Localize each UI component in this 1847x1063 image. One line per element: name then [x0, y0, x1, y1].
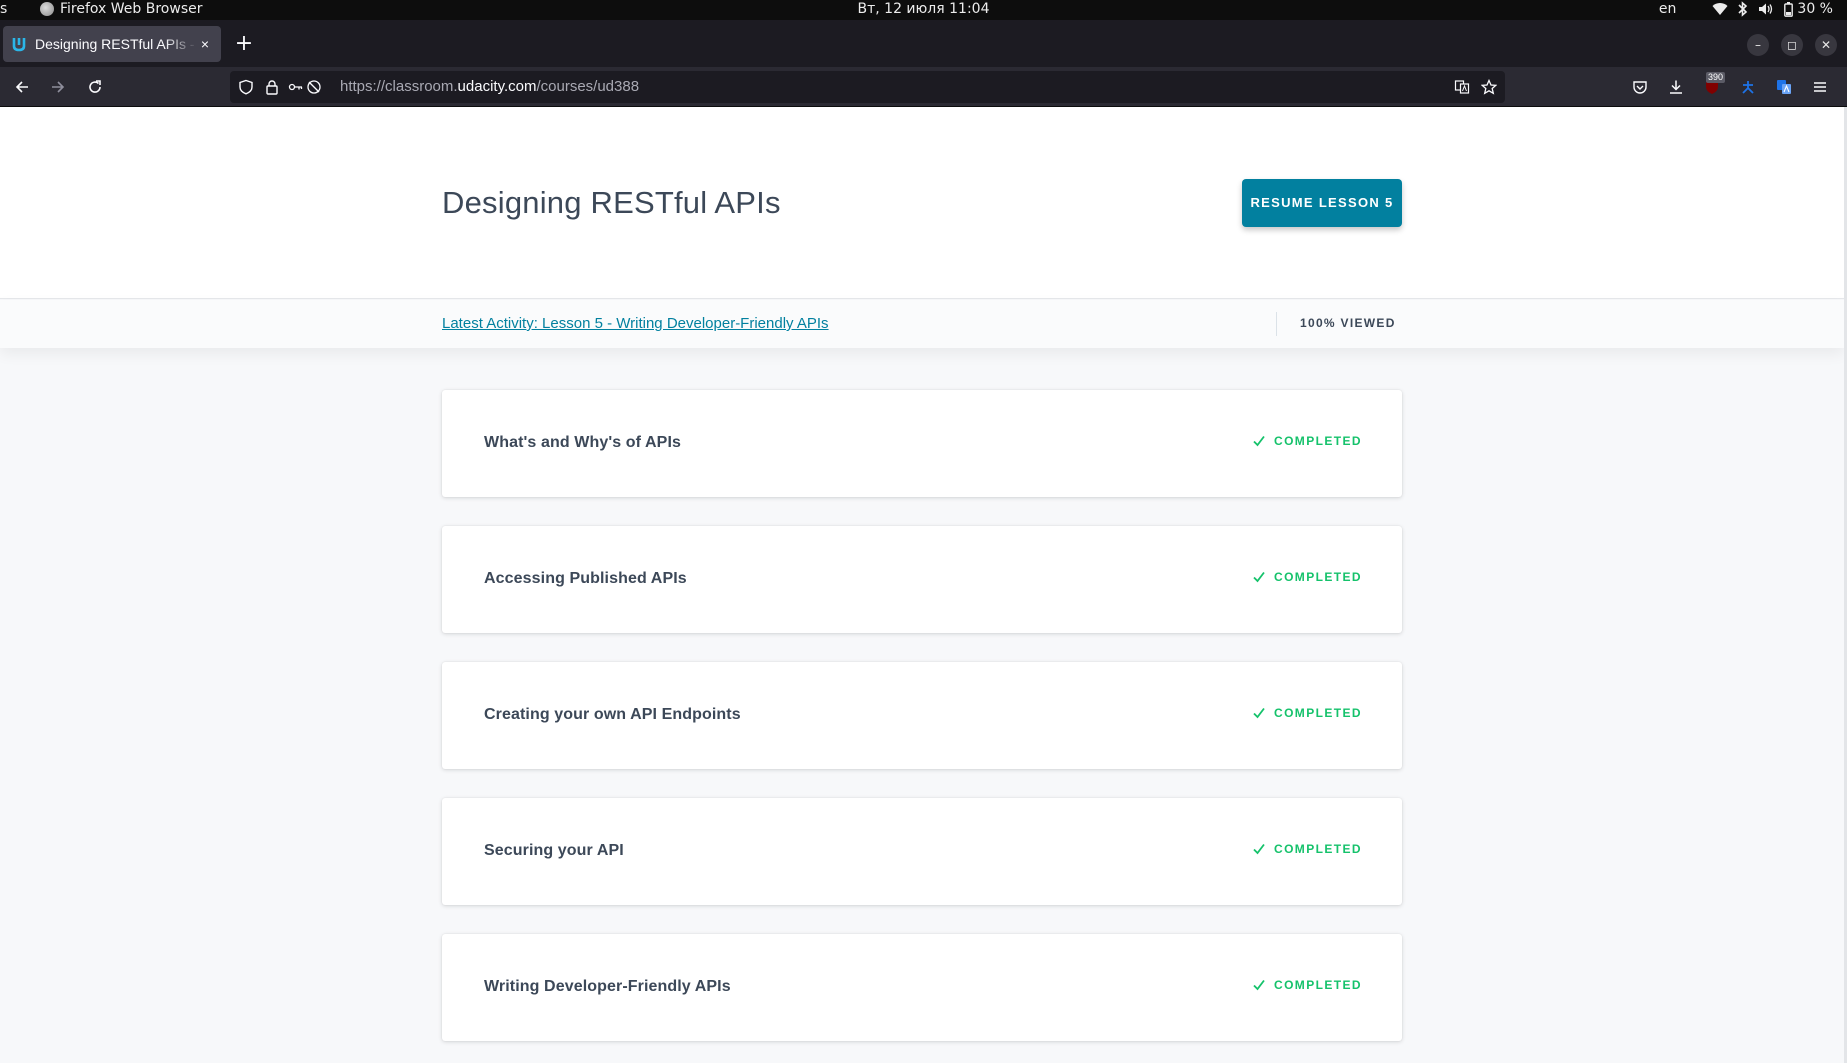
- completed-label: COMPLETED: [1274, 706, 1362, 720]
- menu-button[interactable]: [1810, 77, 1830, 97]
- completed-label: COMPLETED: [1274, 570, 1362, 584]
- divider: [1276, 312, 1277, 336]
- firefox-icon: [40, 2, 54, 16]
- forward-button[interactable]: [46, 75, 70, 99]
- battery-percent: 30 %: [1797, 1, 1833, 17]
- url-prefix: https://classroom.: [340, 78, 458, 95]
- restore-button[interactable]: ◻: [1781, 34, 1803, 56]
- lesson-status: COMPLETED: [1252, 706, 1362, 720]
- lesson-card[interactable]: Writing Developer-Friendly APIs COMPLETE…: [442, 934, 1402, 1041]
- app-name: Firefox Web Browser: [60, 1, 203, 17]
- tab-title: Designing RESTful APIs - Udacity: [35, 36, 197, 52]
- lesson-status: COMPLETED: [1252, 842, 1362, 856]
- translator-icon: [1777, 80, 1791, 94]
- arrow-right-icon: [52, 81, 65, 93]
- arrow-left-icon: [15, 81, 28, 93]
- minimize-button[interactable]: –: [1747, 34, 1769, 56]
- completed-label: COMPLETED: [1274, 434, 1362, 448]
- lesson-card[interactable]: Securing your API COMPLETED: [442, 798, 1402, 905]
- resume-lesson-button[interactable]: RESUME LESSON 5: [1242, 179, 1402, 227]
- close-window-button[interactable]: ✕: [1815, 34, 1837, 56]
- download-icon: [1670, 80, 1682, 94]
- system-top-bar: s Firefox Web Browser Вт, 12 июля 11:04 …: [0, 0, 1847, 20]
- keyboard-layout[interactable]: en: [1659, 1, 1677, 17]
- checkmark-icon: [1253, 435, 1265, 447]
- back-button[interactable]: [10, 75, 34, 99]
- url-host: udacity.com: [457, 78, 537, 95]
- page-content: Designing RESTful APIs RESUME LESSON 5 L…: [0, 107, 1847, 1063]
- lesson-card[interactable]: Creating your own API Endpoints COMPLETE…: [442, 662, 1402, 769]
- battery-icon: [1784, 1, 1794, 17]
- extension-button[interactable]: [1738, 77, 1758, 97]
- checkmark-icon: [1253, 707, 1265, 719]
- autoplay-blocked-icon[interactable]: [306, 79, 322, 95]
- extension-figure-icon: [1742, 81, 1754, 94]
- lesson-title: Accessing Published APIs: [484, 570, 687, 587]
- navigation-toolbar: https://classroom.udacity.com/courses/ud…: [0, 67, 1847, 107]
- activities-button[interactable]: s: [0, 1, 7, 17]
- translator-extension-button[interactable]: [1774, 77, 1794, 97]
- lesson-status: COMPLETED: [1252, 570, 1362, 584]
- permissions-key-icon[interactable]: [288, 79, 304, 95]
- lesson-title: Writing Developer-Friendly APIs: [484, 978, 731, 995]
- completed-label: COMPLETED: [1274, 978, 1362, 992]
- pocket-button[interactable]: [1630, 77, 1650, 97]
- clock[interactable]: Вт, 12 июля 11:04: [0, 1, 1847, 17]
- tab-designing-restful-apis[interactable]: Designing RESTful APIs - Udacity ×: [3, 26, 221, 62]
- tracking-shield-icon[interactable]: [238, 79, 254, 95]
- course-header: Designing RESTful APIs RESUME LESSON 5: [0, 107, 1844, 299]
- url-path: /courses/ud388: [536, 78, 640, 95]
- bookmark-star-icon[interactable]: [1481, 79, 1497, 95]
- hamburger-menu-icon: [1814, 82, 1826, 92]
- lesson-title: What's and Why's of APIs: [484, 434, 681, 451]
- bluetooth-icon: [1738, 1, 1748, 17]
- battery-indicator[interactable]: 30 %: [1784, 1, 1833, 17]
- checkmark-icon: [1253, 843, 1265, 855]
- wifi-icon: [1712, 3, 1728, 16]
- lesson-card[interactable]: Accessing Published APIs COMPLETED: [442, 526, 1402, 633]
- app-menu[interactable]: Firefox Web Browser: [40, 1, 203, 17]
- reload-button[interactable]: [83, 75, 107, 99]
- downloads-button[interactable]: [1666, 77, 1686, 97]
- lesson-card[interactable]: What's and Why's of APIs COMPLETED: [442, 390, 1402, 497]
- checkmark-icon: [1253, 571, 1265, 583]
- activity-bar: Latest Activity: Lesson 5 - Writing Deve…: [0, 300, 1844, 348]
- latest-activity-link[interactable]: Latest Activity: Lesson 5 - Writing Deve…: [442, 315, 829, 332]
- completed-label: COMPLETED: [1274, 842, 1362, 856]
- checkmark-icon: [1253, 979, 1265, 991]
- reload-icon: [89, 80, 101, 93]
- lesson-status: COMPLETED: [1252, 434, 1362, 448]
- udacity-favicon-icon: [12, 38, 26, 52]
- course-title: Designing RESTful APIs: [442, 185, 781, 220]
- close-tab-icon[interactable]: ×: [197, 36, 213, 52]
- viewed-progress: 100% VIEWED: [1300, 316, 1396, 330]
- address-bar[interactable]: https://classroom.udacity.com/courses/ud…: [230, 71, 1505, 103]
- ublock-badge: 390: [1706, 72, 1726, 83]
- lesson-status: COMPLETED: [1252, 978, 1362, 992]
- lesson-title: Creating your own API Endpoints: [484, 706, 741, 723]
- pocket-icon: [1633, 81, 1647, 94]
- system-tray[interactable]: en 30 %: [1659, 1, 1833, 17]
- ublock-extension-button[interactable]: 390: [1702, 72, 1726, 97]
- new-tab-button[interactable]: +: [233, 33, 255, 55]
- lock-icon[interactable]: [264, 79, 280, 95]
- volume-icon: [1759, 3, 1773, 15]
- url-text[interactable]: https://classroom.udacity.com/courses/ud…: [340, 78, 639, 95]
- translate-page-icon[interactable]: [1454, 79, 1470, 95]
- lesson-title: Securing your API: [484, 842, 624, 859]
- tab-strip: Designing RESTful APIs - Udacity × + – ◻…: [0, 20, 1847, 67]
